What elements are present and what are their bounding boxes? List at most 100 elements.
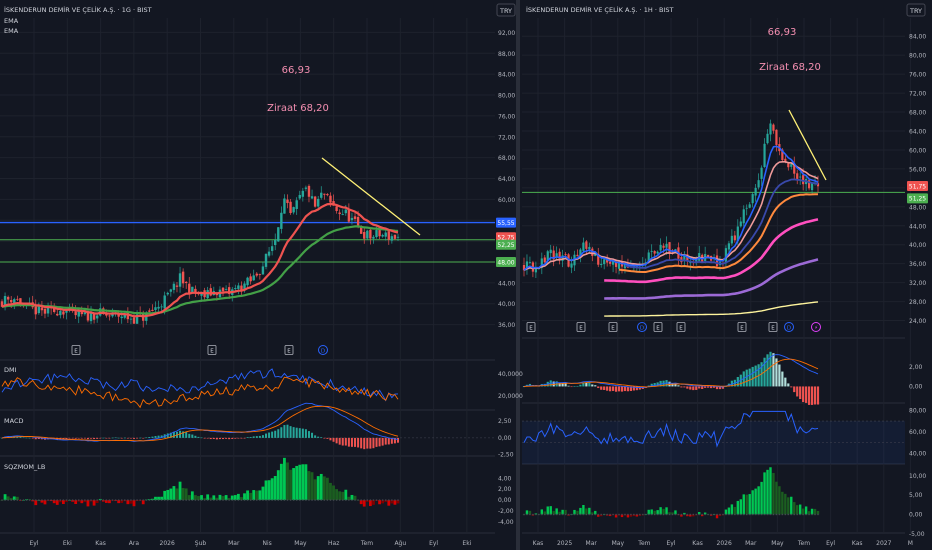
left-macd-hist-bar (71, 437, 74, 439)
left-macd-hist-bar (280, 427, 283, 438)
left-event-label: E (74, 349, 78, 355)
left-macd-hist-bar (133, 437, 135, 439)
left-sqz-dot (354, 499, 356, 501)
right-sqz-dot (766, 513, 769, 516)
right-sqz-bar (561, 509, 564, 515)
left-sqz-dot (182, 499, 184, 501)
left-sqz-bar (283, 457, 286, 501)
right-sqz-dot (743, 513, 745, 516)
right-macd-hist-bar (591, 384, 594, 387)
left-candle-body (372, 236, 375, 239)
left-sqz-dot (234, 499, 237, 501)
right-sqz-dot (707, 513, 709, 516)
right-macd-hist-bar (799, 386, 802, 400)
left-sqz-bar (289, 469, 292, 501)
left-macd-hist-bar (28, 437, 31, 439)
left-macd-hist-bar (375, 437, 378, 447)
left-sqz-dot (268, 499, 270, 501)
left-sqz-dot (148, 499, 151, 501)
right-sqz-bar (733, 506, 737, 515)
right-time-tick: Eyl (666, 540, 675, 547)
left-candle-body (34, 305, 37, 315)
left-candle-body (108, 315, 111, 317)
left-sqz-bar (270, 478, 274, 501)
left-sqz-dot (139, 499, 141, 501)
left-macd-hist-bar (209, 437, 212, 440)
right-sqz-tick: 10,00 (909, 473, 926, 480)
right-candle-body (650, 251, 653, 253)
left-sqz-dot (194, 499, 197, 501)
left-macd-hist-bar (265, 433, 267, 438)
left-macd-hist-bar (111, 437, 114, 439)
left-sqz-dot (1, 499, 3, 501)
right-sqz-dot (722, 513, 724, 516)
right-sqz-dot (659, 513, 662, 516)
right-sqz-dot (695, 513, 697, 516)
left-sqz-dot (47, 499, 49, 501)
right-sqz-bar (790, 496, 793, 515)
right-sqz-dot (746, 513, 748, 516)
right-sqz-bar (772, 472, 775, 515)
chart-workspace[interactable]: İSKENDERUN DEMİR VE ÇELİK A.Ş. · 1G · BI… (0, 0, 932, 550)
right-candle-body (665, 243, 668, 248)
right-macd-hist-bar (781, 371, 784, 387)
right-currency-badge[interactable]: TRY (906, 3, 926, 17)
left-candle-body (224, 289, 228, 290)
right-macd-hist-bar (807, 386, 811, 405)
left-macd-hist-bar (252, 436, 255, 438)
right-rsi-tick: 80,00 (909, 407, 926, 414)
right-sqz-tick: -5,00 (909, 531, 925, 538)
right-sqz-bar (787, 497, 790, 515)
left-macd-hist-bar (93, 437, 96, 440)
left-candle-body (166, 292, 169, 295)
right-sqz-tick: 5,00 (909, 492, 923, 499)
left-pane-macd-label: MACD (4, 417, 23, 425)
left-sqz-dot (289, 499, 292, 501)
left-sqz-dot (124, 499, 126, 501)
left-macd-hist-bar (99, 437, 102, 439)
left-sqz-dot (35, 499, 37, 501)
right-sqz-dot (606, 513, 608, 516)
left-sqz-bar (3, 494, 7, 501)
left-macd-hist-bar (261, 435, 264, 438)
right-sqz-dot (671, 513, 674, 516)
left-macd-hist-bar (157, 435, 160, 438)
right-macd-hist-bar (754, 365, 757, 387)
left-sqz-bar (132, 500, 136, 507)
left-sqz-dot (136, 499, 138, 501)
left-sqz-dot (142, 499, 144, 501)
left-time-tick: Eyl (29, 540, 38, 547)
left-macd-hist-bar (372, 437, 375, 449)
right-candle-body (549, 249, 552, 254)
left-macd-hist-bar (258, 435, 261, 438)
left-sqz-dot (105, 499, 108, 501)
left-sqz-dot (228, 499, 230, 501)
left-macd-hist-bar (102, 437, 105, 439)
right-candle-body (796, 173, 799, 179)
left-price-tick: 60,00 (498, 197, 515, 204)
left-sqz-bar (310, 472, 314, 501)
left-candle-body (92, 313, 96, 320)
left-sqz-dot (130, 499, 132, 501)
right-sqz-dot (728, 513, 730, 516)
left-sqz-dot (167, 499, 169, 501)
right-sqz-dot (719, 513, 721, 516)
left-candle-body (338, 212, 341, 215)
right-price-tick: 68,00 (909, 110, 926, 117)
left-price-badge: 48,00 (496, 256, 516, 267)
right-sqz-dot (763, 513, 766, 516)
left-sqz-dot (372, 499, 375, 501)
left-currency-badge[interactable]: TRY (496, 3, 516, 17)
right-macd-hist-bar (558, 382, 561, 387)
right-macd-hist-bar (707, 386, 710, 388)
left-candle-body (169, 289, 173, 292)
left-macd-hist-bar (323, 437, 326, 439)
right-time-axis[interactable]: Kas 2025 Mar May Tem Eyl Kas 2026 Mar May Tem Eyl Ka… (533, 540, 913, 547)
left-sqz-dot (38, 499, 40, 501)
left-sqz-dot (19, 499, 22, 501)
right-sqz-dot (624, 513, 626, 516)
right-sqz-bar (766, 469, 769, 515)
left-sqz-dot (71, 499, 74, 501)
right-macd-hist-bar (600, 386, 603, 390)
right-sqz-bar (650, 509, 653, 515)
